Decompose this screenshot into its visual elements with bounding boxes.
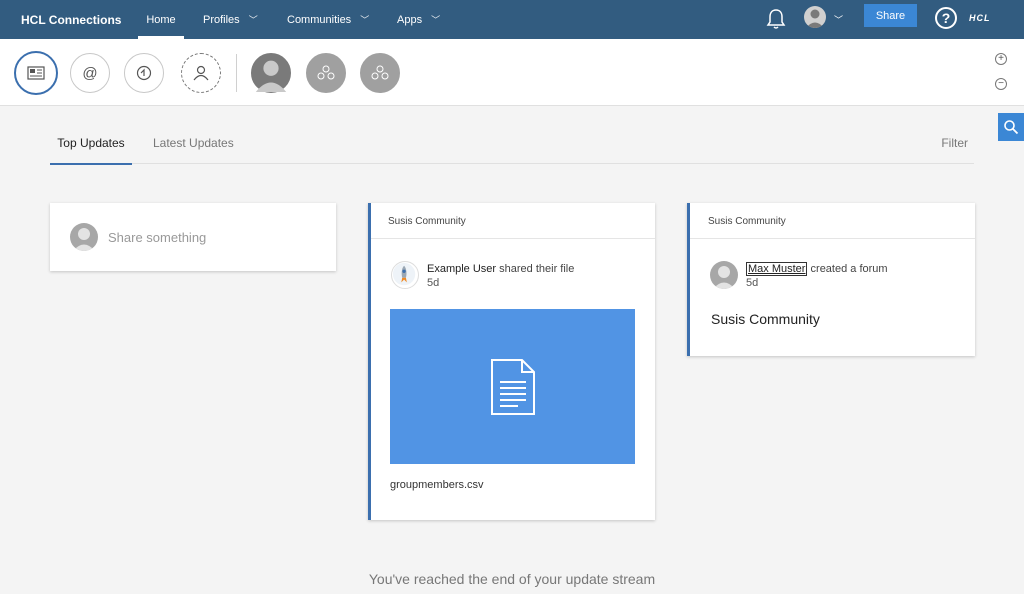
update-card-forum: Susis Community Max Muster created a for…: [687, 203, 975, 356]
community-icon: [371, 65, 389, 80]
status-updates-icon: [136, 65, 152, 81]
forum-title-link[interactable]: Susis Community: [711, 311, 820, 327]
avatar[interactable]: [710, 261, 738, 289]
news-feed-filter[interactable]: [14, 51, 58, 95]
nav-profiles-label: Profiles: [203, 13, 240, 26]
add-person-filter[interactable]: [181, 53, 221, 93]
file-preview[interactable]: [390, 309, 635, 464]
user-avatar[interactable]: [804, 6, 826, 28]
update-age: 5d: [427, 277, 440, 289]
update-age: 5d: [746, 277, 759, 289]
actor-link[interactable]: Max Muster: [746, 262, 808, 276]
chevron-down-icon: ﹀: [248, 15, 258, 25]
nav-profiles[interactable]: Profiles ﹀: [203, 0, 273, 39]
user-menu-chevron-icon[interactable]: ﹀: [834, 13, 843, 26]
add-person-icon: [193, 65, 209, 81]
stream-filter-bar: @ + −: [0, 39, 1024, 106]
community-filter-1[interactable]: [306, 53, 346, 93]
nav-communities[interactable]: Communities ﹀: [287, 0, 383, 39]
chevron-down-icon: ﹀: [360, 15, 370, 25]
nav-apps-label: Apps: [397, 13, 423, 26]
community-icon: [317, 65, 335, 80]
nav-communities-label: Communities: [287, 13, 352, 26]
nav-home[interactable]: Home: [138, 0, 184, 39]
card-community-name[interactable]: Susis Community: [690, 203, 975, 239]
person-filter[interactable]: [251, 53, 291, 93]
update-text: Max Muster created a forum: [746, 262, 888, 276]
person-icon: [255, 60, 287, 92]
community-filter-2[interactable]: [360, 53, 400, 93]
mentions-filter[interactable]: @: [70, 53, 110, 93]
nav-home-label: Home: [146, 13, 176, 26]
zoom-in-icon[interactable]: +: [995, 53, 1007, 65]
hcl-logo: HCL: [969, 13, 991, 23]
notifications-bell-icon[interactable]: [766, 8, 786, 30]
file-name-link[interactable]: groupmembers.csv: [390, 479, 484, 491]
news-feed-icon: [27, 66, 45, 80]
update-card-file: Susis Community Example User shared thei…: [368, 203, 655, 520]
share-placeholder[interactable]: Share something: [108, 230, 206, 245]
filter-divider: [236, 54, 237, 92]
filter-link[interactable]: Filter: [941, 136, 968, 150]
nav-apps[interactable]: Apps ﹀: [397, 0, 457, 39]
action-text: shared their file: [499, 263, 575, 275]
top-navigation: HCL Connections Home Profiles ﹀ Communiti…: [0, 0, 1024, 39]
tab-top-updates[interactable]: Top Updates: [50, 122, 132, 165]
rocket-avatar-icon[interactable]: [391, 261, 419, 289]
zoom-out-icon[interactable]: −: [995, 78, 1007, 90]
share-box[interactable]: Share something: [50, 203, 336, 271]
tab-latest-updates[interactable]: Latest Updates: [153, 122, 234, 164]
chevron-down-icon: ﹀: [431, 15, 441, 25]
action-text: created a forum: [810, 263, 888, 275]
mentions-icon: @: [82, 64, 98, 82]
update-text: Example User shared their file: [427, 263, 574, 275]
share-button[interactable]: Share: [864, 4, 917, 27]
help-icon[interactable]: ?: [935, 7, 957, 29]
stream-tabs: Top Updates Latest Updates Filter: [50, 122, 974, 165]
status-updates-filter[interactable]: [124, 53, 164, 93]
brand-name[interactable]: HCL Connections: [0, 13, 138, 27]
actor-link[interactable]: Example User: [427, 263, 496, 275]
document-icon: [490, 358, 535, 415]
end-of-stream-message: You've reached the end of your update st…: [368, 571, 656, 587]
card-community-name[interactable]: Susis Community: [371, 203, 655, 239]
avatar: [70, 223, 98, 251]
search-button[interactable]: [998, 113, 1024, 141]
search-icon: [1004, 120, 1019, 135]
